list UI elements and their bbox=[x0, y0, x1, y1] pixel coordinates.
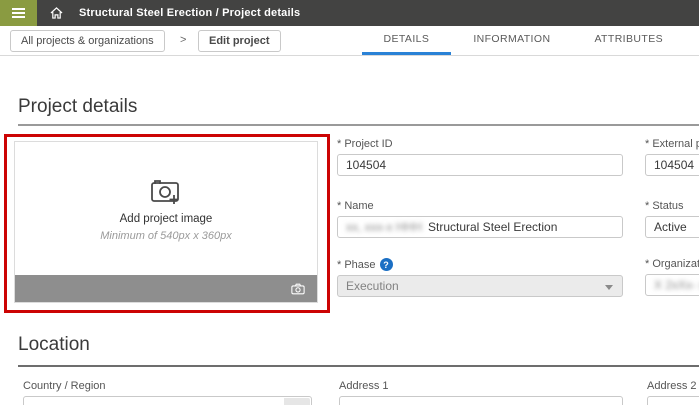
country-region-select[interactable] bbox=[23, 396, 312, 405]
status-field: * Status Active bbox=[645, 200, 699, 238]
app-window: Structural Steel Erection / Project deta… bbox=[0, 0, 699, 405]
project-image-upload-area[interactable]: Add project image Minimum of 540px x 360… bbox=[14, 141, 318, 303]
status-label: * Status bbox=[645, 200, 699, 212]
camera-icon[interactable] bbox=[291, 283, 305, 295]
redacted-organization-value: X 2xXx- xx bbox=[654, 278, 699, 292]
hamburger-menu-button[interactable] bbox=[0, 0, 37, 26]
address1-field: Address 1 bbox=[339, 380, 623, 405]
address2-label: Address 2 bbox=[647, 380, 699, 392]
tab-information[interactable]: INFORMATION bbox=[451, 26, 572, 55]
camera-plus-icon bbox=[149, 176, 183, 206]
external-project-id-label: * External proj bbox=[645, 138, 699, 150]
all-projects-button[interactable]: All projects & organizations bbox=[10, 30, 165, 52]
status-input[interactable]: Active bbox=[645, 216, 699, 238]
chevron-down-icon bbox=[605, 285, 613, 290]
address2-field: Address 2 bbox=[647, 380, 699, 405]
image-minimum-size-hint: Minimum of 540px x 360px bbox=[100, 230, 231, 242]
name-field: * Name xx, xxx-x HHH Structural Steel Er… bbox=[337, 200, 623, 238]
redacted-name-prefix: xx, xxx-x HHH bbox=[346, 220, 422, 234]
top-bar: Structural Steel Erection / Project deta… bbox=[0, 0, 699, 26]
project-id-field: * Project ID 104504 bbox=[337, 138, 623, 176]
external-project-id-input[interactable]: 104504 bbox=[645, 154, 699, 176]
project-id-input[interactable]: 104504 bbox=[337, 154, 623, 176]
address1-label: Address 1 bbox=[339, 380, 623, 392]
organization-input[interactable]: X 2xXx- xx bbox=[645, 274, 699, 296]
edit-project-button[interactable]: Edit project bbox=[198, 30, 281, 52]
address1-input[interactable] bbox=[339, 396, 623, 405]
tab-details[interactable]: DETAILS bbox=[362, 26, 452, 55]
project-id-label: * Project ID bbox=[337, 138, 623, 150]
help-icon[interactable]: ? bbox=[380, 258, 393, 271]
phase-label: * Phase ? bbox=[337, 258, 623, 271]
address2-input[interactable] bbox=[647, 396, 699, 405]
image-upload-toolbar bbox=[15, 275, 317, 302]
location-heading: Location bbox=[18, 334, 90, 356]
toolbar: All projects & organizations > Edit proj… bbox=[0, 26, 699, 56]
name-label: * Name bbox=[337, 200, 623, 212]
home-icon bbox=[50, 7, 63, 19]
phase-field: * Phase ? Execution bbox=[337, 258, 623, 297]
select-dropdown-grip bbox=[284, 398, 310, 405]
home-button[interactable] bbox=[41, 0, 71, 26]
country-region-field: Country / Region bbox=[23, 380, 312, 405]
breadcrumb: Structural Steel Erection / Project deta… bbox=[79, 7, 300, 19]
phase-select[interactable]: Execution bbox=[337, 275, 623, 297]
name-input[interactable]: xx, xxx-x HHH Structural Steel Erection bbox=[337, 216, 623, 238]
tab-attributes[interactable]: ATTRIBUTES bbox=[572, 26, 685, 55]
country-region-label: Country / Region bbox=[23, 380, 312, 392]
section-divider bbox=[18, 124, 699, 126]
section-divider bbox=[18, 365, 699, 367]
add-project-image-label: Add project image bbox=[120, 213, 213, 225]
hamburger-icon bbox=[12, 8, 25, 10]
project-details-heading: Project details bbox=[18, 96, 137, 118]
chevron-right-separator: > bbox=[180, 34, 186, 46]
organization-label: * Organization bbox=[645, 258, 699, 270]
tab-bar: DETAILS INFORMATION ATTRIBUTES bbox=[362, 26, 685, 55]
organization-field: * Organization X 2xXx- xx bbox=[645, 258, 699, 296]
external-project-id-field: * External proj 104504 bbox=[645, 138, 699, 176]
